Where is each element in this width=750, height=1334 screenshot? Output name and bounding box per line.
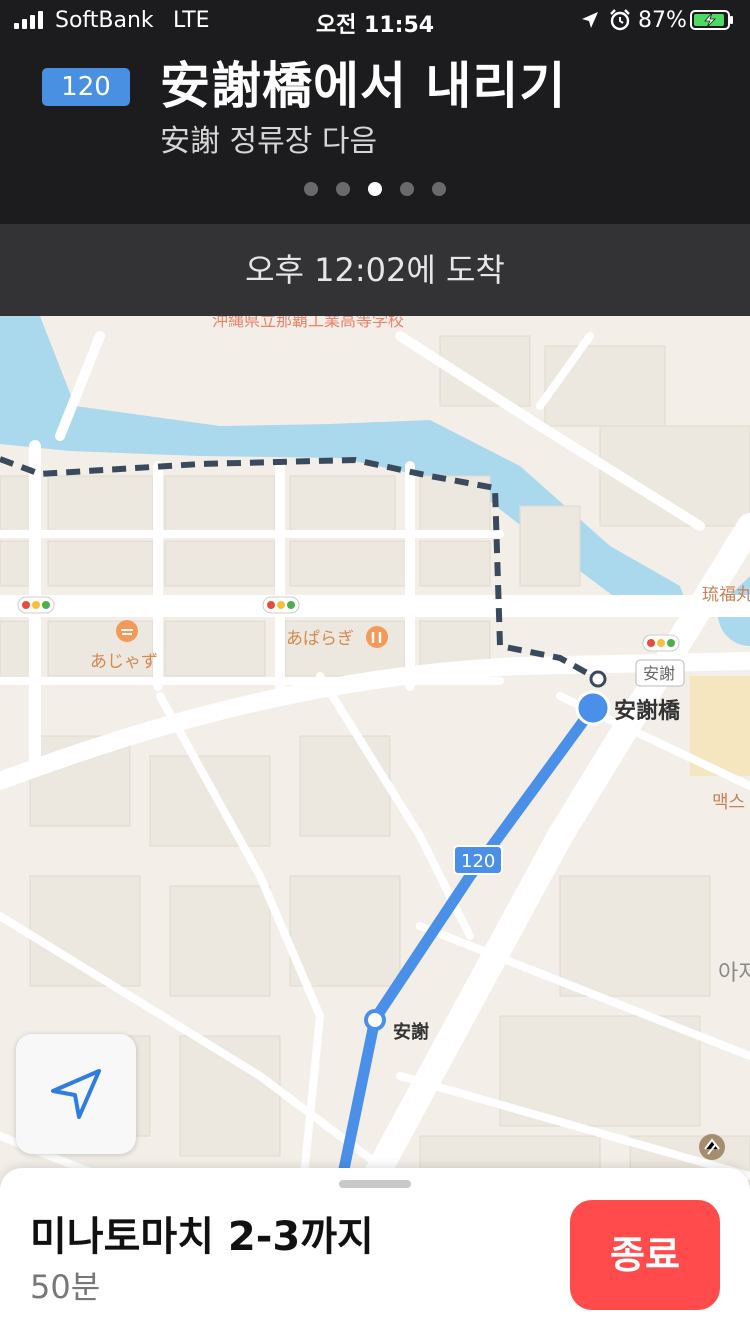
alarm-icon (610, 9, 630, 31)
location-arrow-icon (582, 12, 598, 28)
sheet-grabber[interactable] (339, 1180, 411, 1188)
traffic-light-icon (642, 634, 680, 652)
route-shield-label: 120 (461, 851, 495, 872)
intermediate-stop-label: 安謝 (393, 1021, 429, 1043)
step-page-indicator[interactable] (0, 182, 750, 196)
duration-label: 50분 (30, 1268, 101, 1306)
bottom-sheet[interactable]: 미나토마치 2-3까지 50분 종료 (0, 1168, 750, 1334)
destination-stop-marker (575, 690, 611, 726)
poi-right-label: 아저 (718, 961, 750, 986)
status-bar: SoftBank LTE 오전 11:54 87% (0, 0, 750, 40)
route-badge: 120 (42, 68, 130, 106)
navigation-header[interactable]: 120 安謝橋에서 내리기 安謝 정류장 다음 (0, 40, 750, 224)
battery-percent: 87% (638, 8, 687, 33)
poi-aparagi-label: あぱらぎ (286, 629, 354, 649)
school-icon[interactable] (699, 1134, 725, 1160)
destination-stop-label: 安謝橋 (614, 698, 681, 724)
page-dot[interactable] (368, 182, 382, 196)
route-shield: 120 (453, 845, 503, 875)
arrival-time: 오후 12:02에 도착 (0, 224, 750, 316)
destination-label: 미나토마치 2-3까지 (30, 1214, 374, 1260)
poi-ryufuku-label: 琉福丸 (702, 585, 750, 605)
walk-start-point (589, 670, 607, 688)
poi-ajazu-label: あじゃず (90, 652, 158, 672)
page-dot[interactable] (400, 182, 414, 196)
navigation-arrow-icon (51, 1069, 101, 1119)
intermediate-stop-marker (364, 1009, 386, 1031)
page-dot[interactable] (336, 182, 350, 196)
end-navigation-button[interactable]: 종료 (570, 1200, 720, 1310)
restaurant-icon[interactable] (116, 620, 138, 642)
page-dot[interactable] (304, 182, 318, 196)
step-sub-instruction: 安謝 정류장 다음 (160, 124, 378, 159)
poi-school-label: 沖縄県立那覇工業高等学校 (212, 316, 404, 330)
area-sign: 安謝 (635, 659, 685, 687)
traffic-light-icon (262, 596, 300, 614)
poi-max-label: 맥스 (712, 792, 745, 813)
area-sign-label: 安謝 (643, 664, 675, 683)
bar-icon[interactable] (366, 626, 388, 648)
traffic-light-icon (17, 596, 55, 614)
page-dot[interactable] (432, 182, 446, 196)
step-instruction: 安謝橋에서 내리기 (160, 57, 567, 115)
battery-charging-icon (690, 10, 733, 30)
locate-me-button[interactable] (16, 1034, 136, 1154)
